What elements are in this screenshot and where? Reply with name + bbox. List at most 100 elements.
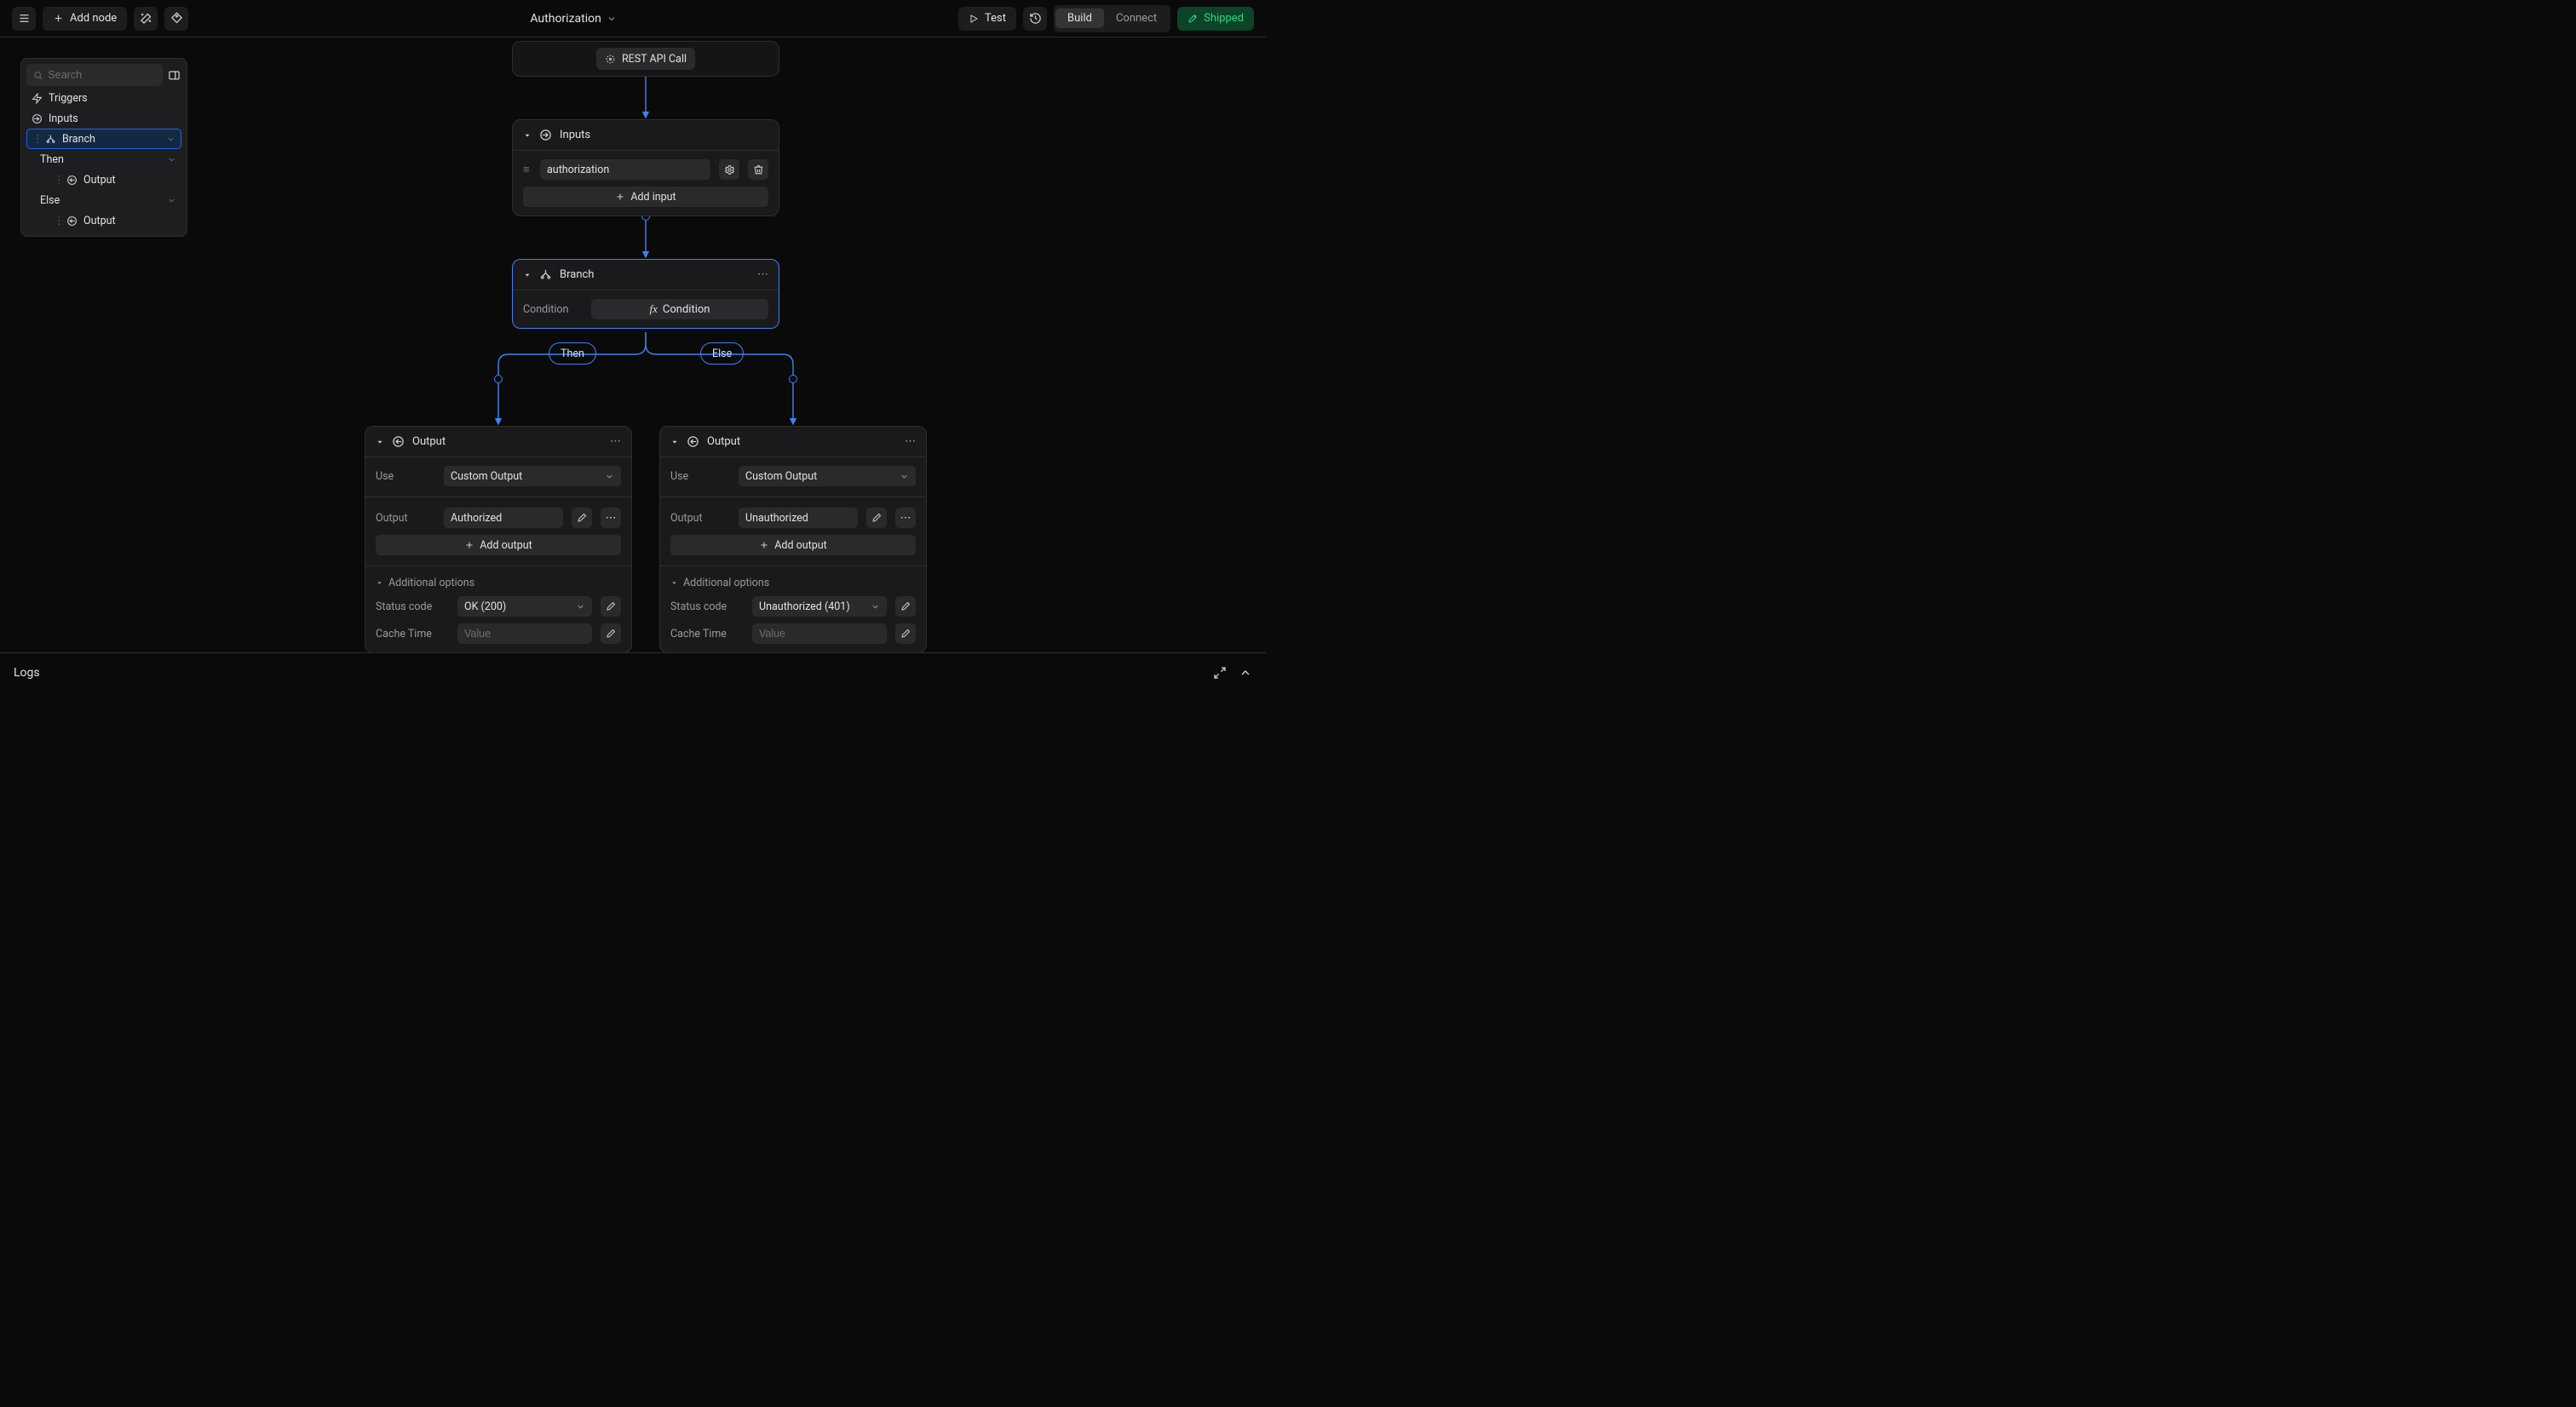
caret-down-icon <box>376 579 383 587</box>
add-output-button[interactable]: Add output <box>670 535 916 555</box>
branch-more-button[interactable]: ⋯ <box>757 268 768 281</box>
output-node-then[interactable]: Output ⋯ Use Custom Output Output Author… <box>365 426 632 652</box>
rest-api-node[interactable]: REST API Call <box>512 41 779 77</box>
output-node-else[interactable]: Output ⋯ Use Custom Output Output Unauth… <box>659 426 927 652</box>
canvas[interactable]: Triggers Inputs ⋮⋮ Branch Then ⋮⋮ Output… <box>0 37 1266 652</box>
edit-cache-button[interactable] <box>895 623 916 644</box>
connect-tab[interactable]: Connect <box>1104 9 1169 28</box>
caret-down-icon[interactable] <box>523 271 532 279</box>
chevron-up-icon[interactable] <box>1239 666 1252 680</box>
delete-input-button[interactable] <box>748 159 768 180</box>
output-value-field[interactable]: Unauthorized <box>739 508 858 528</box>
fx-icon: fx <box>650 302 658 316</box>
inputs-node[interactable]: Inputs ≡ authorization Add input <box>512 119 779 216</box>
inputs-title: Inputs <box>560 129 590 141</box>
output-more-button[interactable]: ⋯ <box>601 508 621 528</box>
tag-button[interactable] <box>164 7 188 31</box>
input-name-field[interactable]: authorization <box>540 159 710 180</box>
chevron-down-icon <box>607 14 617 24</box>
tree-item-output-then[interactable]: ⋮⋮ Output <box>26 169 181 190</box>
text-icon: ≡ <box>523 163 532 176</box>
plus-icon <box>759 540 769 550</box>
output-value-field[interactable]: Authorized <box>444 508 563 528</box>
chevron-down-icon <box>576 602 585 612</box>
condition-button[interactable]: fx Condition <box>591 299 768 319</box>
history-button[interactable] <box>1023 7 1047 31</box>
add-input-button[interactable]: Add input <box>523 187 768 207</box>
additional-options-toggle[interactable]: Additional options <box>376 577 621 589</box>
add-node-button[interactable]: Add node <box>43 7 127 31</box>
test-label: Test <box>985 12 1006 25</box>
else-label[interactable]: Else <box>700 342 744 365</box>
tree-search-input[interactable] <box>48 69 156 81</box>
caret-down-icon[interactable] <box>670 438 679 446</box>
edit-status-button[interactable] <box>895 596 916 617</box>
caret-down-icon[interactable] <box>376 438 384 446</box>
bolt-icon <box>32 93 43 104</box>
drag-handle-icon[interactable]: ⋮⋮ <box>54 214 60 227</box>
output-label: Output <box>670 512 730 525</box>
chevron-down-icon <box>605 472 614 481</box>
dots-icon: ⋯ <box>900 512 911 525</box>
chevron-down-icon <box>167 196 176 205</box>
tree-item-branch[interactable]: ⋮⋮ Branch <box>26 129 181 149</box>
output-title: Output <box>412 435 446 448</box>
cache-time-label: Cache Time <box>670 628 744 640</box>
output-label: Output <box>376 512 435 525</box>
toggle-sidebar-button[interactable] <box>12 7 36 31</box>
tree-collapse-button[interactable] <box>166 64 181 86</box>
plus-icon <box>53 13 64 24</box>
use-label: Use <box>670 470 730 483</box>
wand-icon <box>140 12 152 25</box>
additional-options-toggle[interactable]: Additional options <box>670 577 916 589</box>
cache-time-input[interactable] <box>752 623 887 644</box>
test-button[interactable]: Test <box>958 7 1016 31</box>
edit-output-button[interactable] <box>572 508 592 528</box>
pencil-icon <box>606 601 616 612</box>
chevron-down-icon <box>871 602 880 612</box>
shipped-label: Shipped <box>1204 12 1244 25</box>
tree-search[interactable] <box>26 64 163 86</box>
cache-time-input[interactable] <box>457 623 592 644</box>
build-tab[interactable]: Build <box>1055 9 1104 28</box>
status-code-select[interactable]: Unauthorized (401) <box>752 596 887 617</box>
drag-handle-icon[interactable]: ⋮⋮ <box>54 173 60 187</box>
use-select[interactable]: Custom Output <box>444 466 621 486</box>
shipped-button[interactable]: Shipped <box>1177 7 1254 31</box>
drag-handle-icon[interactable]: ⋮⋮ <box>32 132 39 146</box>
branch-title: Branch <box>560 268 594 281</box>
tree-item-triggers[interactable]: Triggers <box>26 88 181 108</box>
connector-dot[interactable] <box>789 375 797 383</box>
status-code-label: Status code <box>670 600 744 613</box>
play-icon <box>969 14 979 24</box>
output-more-button[interactable]: ⋯ <box>610 435 621 448</box>
use-select[interactable]: Custom Output <box>739 466 916 486</box>
pencil-icon <box>900 601 911 612</box>
edit-cache-button[interactable] <box>601 623 621 644</box>
tree-item-inputs[interactable]: Inputs <box>26 108 181 129</box>
then-label[interactable]: Then <box>549 342 596 365</box>
magic-button[interactable] <box>134 7 158 31</box>
gear-icon <box>724 164 735 175</box>
config-input-button[interactable] <box>719 159 739 180</box>
title-group[interactable]: Authorization <box>530 12 616 26</box>
tree-item-then[interactable]: Then <box>26 149 181 169</box>
tree-item-output-else[interactable]: ⋮⋮ Output <box>26 210 181 231</box>
pencil-icon <box>577 513 587 523</box>
tree-item-else[interactable]: Else <box>26 190 181 210</box>
edit-output-button[interactable] <box>866 508 887 528</box>
branch-node[interactable]: Branch ⋯ Condition fx Condition <box>512 259 779 329</box>
edit-status-button[interactable] <box>601 596 621 617</box>
connector-dot[interactable] <box>494 375 503 383</box>
status-code-label: Status code <box>376 600 449 613</box>
caret-down-icon[interactable] <box>523 131 532 140</box>
logs-panel[interactable]: Logs <box>0 652 1266 692</box>
output-title: Output <box>707 435 740 448</box>
status-code-select[interactable]: OK (200) <box>457 596 592 617</box>
add-output-button[interactable]: Add output <box>376 535 621 555</box>
expand-icon[interactable] <box>1213 666 1227 680</box>
topbar: Add node Authorization Test Build Connec… <box>0 0 1266 37</box>
pencil-icon <box>606 629 616 639</box>
output-more-button[interactable]: ⋯ <box>895 508 916 528</box>
output-more-button[interactable]: ⋯ <box>905 435 916 448</box>
